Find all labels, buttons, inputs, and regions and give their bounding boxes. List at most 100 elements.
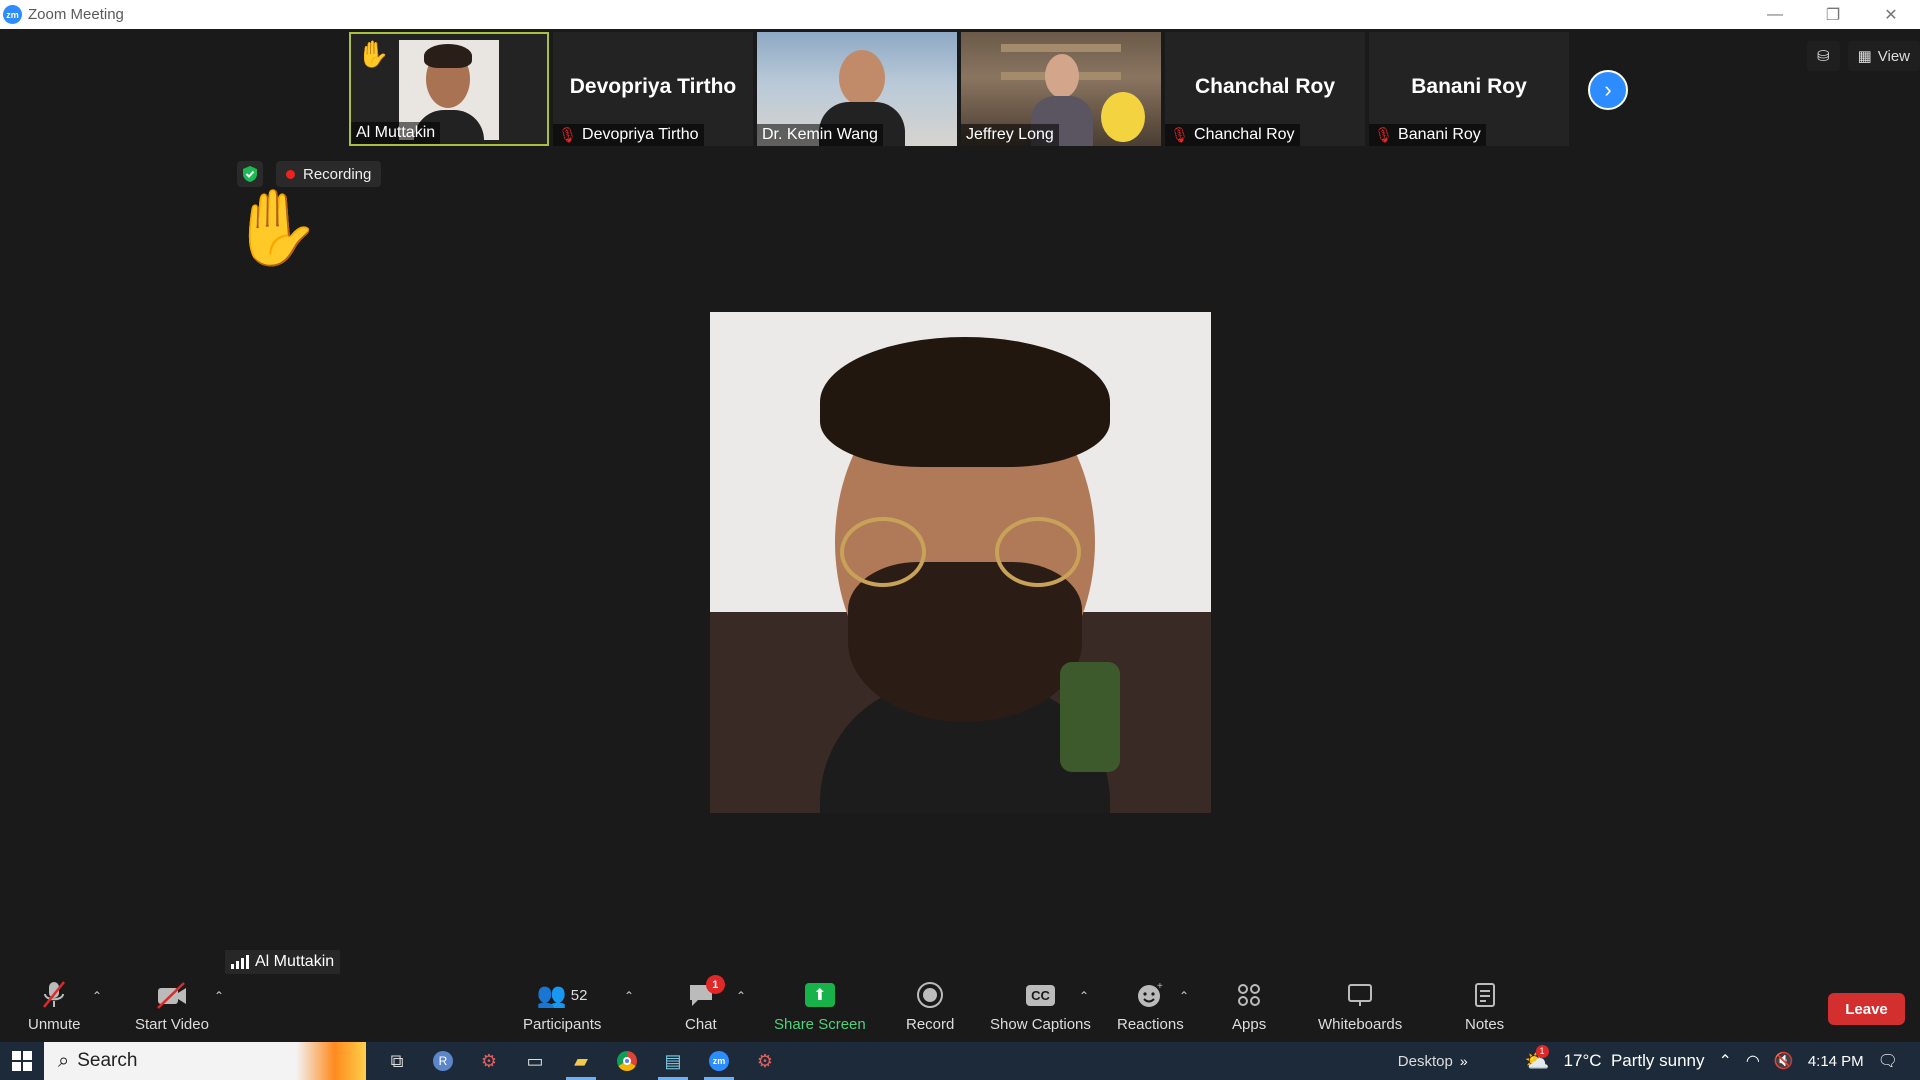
notes-button[interactable]: Notes — [1465, 980, 1504, 1033]
participant-name: Banani Roy — [1398, 126, 1481, 143]
start-video-button[interactable]: Start Video — [135, 980, 209, 1033]
show-hidden-icons-chevron-icon[interactable]: ⌃ — [1719, 1051, 1732, 1071]
meeting-toolbar: Unmute ⌃ Start Video ⌃ 👥 52 Participants… — [0, 974, 1920, 1042]
participant-name: Al Muttakin — [356, 124, 436, 141]
captions-options-chevron-icon[interactable]: ⌃ — [1079, 989, 1089, 1003]
video-options-chevron-icon[interactable]: ⌃ — [214, 989, 224, 1003]
reactions-options-chevron-icon[interactable]: ⌃ — [1179, 989, 1189, 1003]
video-off-icon — [155, 980, 189, 1010]
zoom-logo-icon: zm — [3, 5, 22, 24]
chevron-right-icon: › — [1604, 77, 1612, 102]
participant-tile[interactable]: Dr. Kemin Wang — [757, 32, 957, 146]
participants-icon: 👥 — [536, 981, 567, 1009]
immersive-view-button[interactable]: ⛁ — [1806, 41, 1840, 71]
system-tray: Desktop » ⛅ 1 17°C Partly sunny ⌃ ◠ 🔇 4:1… — [1391, 1042, 1920, 1080]
windows-start-button[interactable] — [0, 1042, 44, 1080]
show-captions-button[interactable]: CC Show Captions — [990, 980, 1091, 1033]
apps-label: Apps — [1232, 1016, 1267, 1033]
recording-dot-icon — [286, 169, 295, 179]
window-controls: — ❐ ✕ — [1746, 0, 1920, 29]
participants-button[interactable]: 👥 52 Participants — [523, 980, 602, 1034]
svg-text:+: + — [1157, 981, 1163, 992]
next-page-button[interactable]: › — [1588, 70, 1628, 110]
participant-display-name: Devopriya Tirtho — [569, 75, 737, 98]
raised-hand-icon: ✋ — [229, 186, 322, 269]
weather-text[interactable]: 17°C Partly sunny — [1564, 1051, 1705, 1071]
active-speaker-tag: Al Muttakin — [225, 950, 341, 974]
show-captions-label: Show Captions — [990, 1016, 1091, 1033]
weather-icon[interactable]: ⛅ 1 — [1525, 1044, 1550, 1074]
recording-label: Recording — [303, 165, 372, 183]
participant-tile[interactable]: Jeffrey Long — [961, 32, 1161, 146]
reactions-button[interactable]: + Reactions — [1117, 980, 1184, 1033]
unmute-button[interactable]: Unmute — [28, 980, 81, 1033]
notes-icon — [1473, 980, 1497, 1010]
file-explorer-icon[interactable]: ▰ — [558, 1042, 604, 1080]
close-button[interactable]: ✕ — [1862, 0, 1920, 29]
participant-name: Jeffrey Long — [966, 126, 1054, 143]
notes-app-icon[interactable]: ▤ — [650, 1042, 696, 1080]
participant-tile[interactable]: Devopriya Tirtho 🎙 Devopriya Tirtho — [553, 32, 753, 146]
window-title: Zoom Meeting — [28, 6, 124, 23]
participant-tile[interactable]: ✋ Al Muttakin — [349, 32, 549, 146]
participant-name-tag: Jeffrey Long — [961, 124, 1059, 146]
restore-button[interactable]: ❐ — [1804, 0, 1862, 29]
volume-muted-icon[interactable]: 🔇 — [1774, 1051, 1794, 1071]
notes-label: Notes — [1465, 1016, 1505, 1033]
leave-button[interactable]: Leave — [1828, 993, 1905, 1025]
toolbar-expand-icon[interactable]: » — [1460, 1053, 1468, 1069]
search-icon: ⌕ — [58, 1049, 70, 1072]
layers-icon: ⛁ — [1816, 48, 1830, 65]
participants-options-chevron-icon[interactable]: ⌃ — [624, 989, 634, 1003]
windows-logo-icon — [12, 1051, 32, 1071]
participants-count: 52 — [570, 986, 588, 1004]
whiteboards-button[interactable]: Whiteboards — [1318, 980, 1402, 1033]
notifications-icon[interactable]: 🗨 — [1878, 1051, 1898, 1071]
task-view-icon[interactable]: ⧉ — [374, 1042, 420, 1080]
participant-tile[interactable]: Banani Roy 🎙 Banani Roy — [1369, 32, 1569, 146]
audio-options-chevron-icon[interactable]: ⌃ — [92, 989, 102, 1003]
participants-label: Participants — [523, 1016, 602, 1033]
record-label: Record — [906, 1016, 955, 1033]
zoom-app-icon[interactable]: zm — [696, 1042, 742, 1080]
top-right-controls: ⛁ ▦ View — [1806, 41, 1920, 71]
recording-indicator[interactable]: Recording — [276, 161, 382, 187]
apps-button[interactable]: Apps — [1232, 980, 1266, 1033]
share-screen-button[interactable]: ⬆ Share Screen — [774, 980, 866, 1033]
chat-label: Chat — [685, 1016, 717, 1033]
taskbar-search-box[interactable]: ⌕ Search — [44, 1042, 366, 1080]
participant-display-name: Chanchal Roy — [1194, 75, 1336, 98]
muted-mic-icon: 🎙 — [1170, 127, 1190, 144]
chat-button[interactable]: 1 Chat — [685, 975, 725, 1033]
share-screen-label: Share Screen — [774, 1016, 866, 1033]
participant-name: Devopriya Tirtho — [582, 126, 699, 143]
view-button[interactable]: ▦ View — [1847, 41, 1920, 71]
start-video-label: Start Video — [135, 1016, 209, 1033]
clock-time[interactable]: 4:14 PM — [1808, 1053, 1864, 1070]
desktop-label[interactable]: Desktop — [1398, 1053, 1453, 1070]
reactions-icon: + — [1136, 980, 1164, 1010]
encryption-shield-icon[interactable] — [237, 161, 263, 187]
minimize-button[interactable]: — — [1746, 0, 1804, 29]
chat-options-chevron-icon[interactable]: ⌃ — [736, 989, 746, 1003]
participant-name-tag: 🎙 Devopriya Tirtho — [553, 124, 704, 146]
signal-bars-icon — [231, 955, 249, 969]
chrome-icon[interactable] — [604, 1042, 650, 1080]
record-button[interactable]: Record — [906, 980, 954, 1033]
wifi-icon[interactable]: ◠ — [1746, 1051, 1760, 1071]
view-label: View — [1877, 47, 1910, 65]
gear-app-icon[interactable]: ⚙ — [466, 1042, 512, 1080]
participant-name: Dr. Kemin Wang — [762, 126, 878, 143]
terminal-icon[interactable]: ▭ — [512, 1042, 558, 1080]
participant-name-tag: Dr. Kemin Wang — [757, 124, 883, 146]
muted-mic-icon: 🎙 — [1374, 127, 1394, 144]
title-bar: zm Zoom Meeting — ❐ ✕ — [0, 0, 1920, 29]
chat-icon: 1 — [687, 975, 725, 1010]
participant-tile[interactable]: Chanchal Roy 🎙 Chanchal Roy — [1165, 32, 1365, 146]
active-speaker-name: Al Muttakin — [255, 953, 335, 970]
apps-icon — [1235, 980, 1263, 1010]
windows-taskbar: ⌕ Search ⧉ R ⚙ ▭ ▰ ▤ zm ⚙ Desktop » ⛅ 1 1… — [0, 1042, 1920, 1080]
whiteboard-icon — [1346, 980, 1374, 1010]
r-app-icon[interactable]: R — [420, 1042, 466, 1080]
settings-app-icon[interactable]: ⚙ — [742, 1042, 788, 1080]
